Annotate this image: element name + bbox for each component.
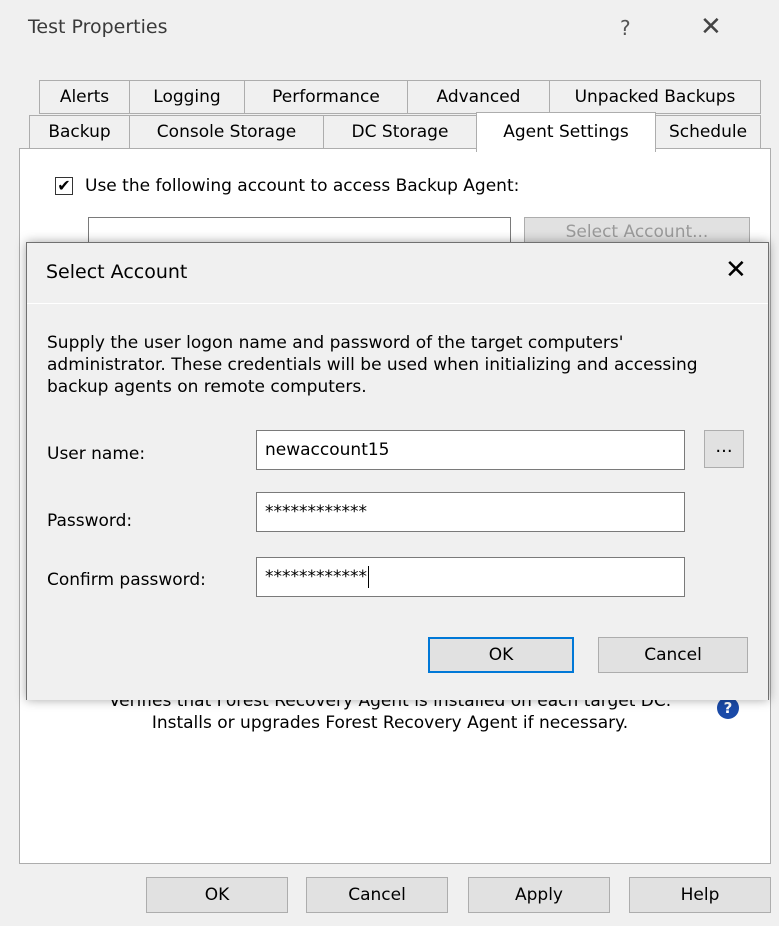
tab-logging[interactable]: Logging bbox=[129, 80, 245, 114]
tab-dc-storage[interactable]: DC Storage bbox=[323, 115, 477, 149]
tab-schedule[interactable]: Schedule bbox=[655, 115, 761, 149]
text-cursor bbox=[368, 566, 369, 588]
ok-button[interactable]: OK bbox=[146, 877, 288, 913]
tab-backup[interactable]: Backup bbox=[29, 115, 130, 149]
select-account-dialog: Select Account ✕ Supply the user logon n… bbox=[26, 242, 769, 700]
dialog-description: Supply the user logon name and password … bbox=[47, 333, 698, 397]
dialog-close-icon[interactable]: ✕ bbox=[725, 255, 747, 285]
help-button[interactable]: ? bbox=[620, 16, 631, 40]
dialog-cancel-button[interactable]: Cancel bbox=[598, 637, 748, 673]
tab-alerts[interactable]: Alerts bbox=[39, 80, 130, 114]
dialog-body: Supply the user logon name and password … bbox=[27, 303, 768, 700]
username-field[interactable]: newaccount15 bbox=[256, 430, 685, 470]
tab-unpacked-backups[interactable]: Unpacked Backups bbox=[549, 80, 761, 114]
password-label: Password: bbox=[47, 511, 133, 531]
browse-button[interactable]: ... bbox=[704, 430, 744, 468]
confirm-password-value: ************ bbox=[265, 567, 367, 587]
cancel-button[interactable]: Cancel bbox=[306, 877, 448, 913]
tab-agent-settings[interactable]: Agent Settings bbox=[476, 112, 656, 152]
tab-console-storage[interactable]: Console Storage bbox=[129, 115, 324, 149]
password-field[interactable]: ************ bbox=[256, 492, 685, 532]
window-title: Test Properties bbox=[28, 16, 168, 38]
use-account-label: Use the following account to access Back… bbox=[85, 176, 520, 196]
help-bottom-button[interactable]: Help bbox=[629, 877, 771, 913]
tab-performance[interactable]: Performance bbox=[244, 80, 408, 114]
dialog-ok-button[interactable]: OK bbox=[428, 637, 574, 673]
use-account-checkbox[interactable]: ✔ bbox=[55, 177, 73, 195]
close-icon[interactable]: ✕ bbox=[700, 12, 722, 42]
checkmark-icon: ✔ bbox=[57, 176, 71, 195]
apply-button[interactable]: Apply bbox=[468, 877, 610, 913]
help-circle-icon[interactable]: ? bbox=[717, 697, 739, 719]
dialog-title: Select Account bbox=[46, 261, 188, 283]
username-label: User name: bbox=[47, 444, 146, 464]
tab-advanced[interactable]: Advanced bbox=[407, 80, 550, 114]
confirm-password-label: Confirm password: bbox=[47, 570, 206, 590]
confirm-password-field[interactable]: ************ bbox=[256, 557, 685, 597]
